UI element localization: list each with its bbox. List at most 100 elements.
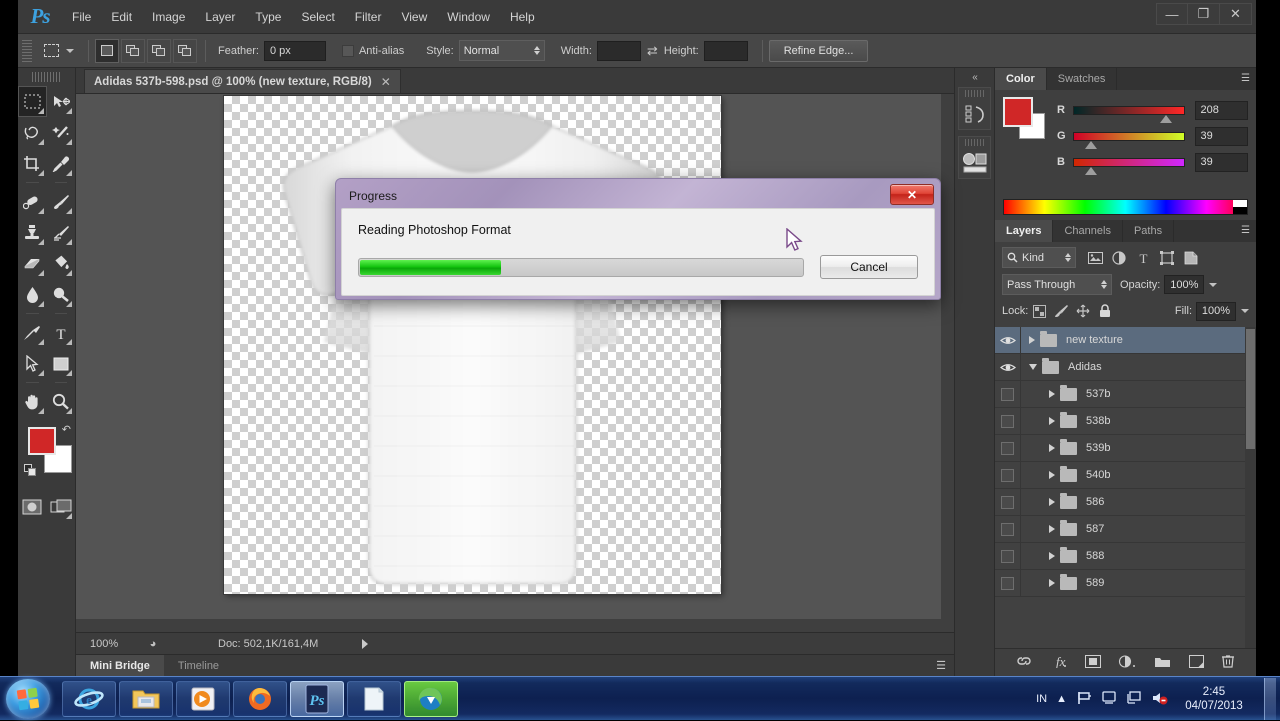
refine-edge-button[interactable]: Refine Edge... <box>768 39 869 62</box>
opacity-chevron-icon[interactable] <box>1209 282 1218 287</box>
tab-swatches[interactable]: Swatches <box>1047 68 1118 90</box>
anti-alias-checkbox[interactable]: Anti-alias <box>341 44 404 57</box>
tool-path-selection[interactable] <box>18 348 47 379</box>
adjustments-panel-group[interactable] <box>958 136 991 179</box>
scrollbar-thumb[interactable] <box>1246 329 1255 449</box>
subtract-from-selection-button[interactable] <box>147 38 171 63</box>
layer-visibility-toggle[interactable] <box>995 435 1021 461</box>
tool-spot-healing-brush[interactable] <box>18 186 47 217</box>
layer-row[interactable]: 586 <box>995 489 1256 516</box>
layer-visibility-toggle[interactable] <box>995 408 1021 434</box>
slider-track-b[interactable] <box>1072 157 1185 175</box>
tool-lasso[interactable] <box>18 117 47 148</box>
group-expand-arrow-icon[interactable] <box>1049 471 1055 479</box>
layer-row[interactable]: 589 <box>995 570 1256 597</box>
tool-hand[interactable] <box>18 386 47 417</box>
taskbar-internet-download-manager[interactable] <box>404 680 458 717</box>
new-group-icon[interactable] <box>1154 655 1171 671</box>
slider-value-r[interactable]: 208 <box>1194 100 1248 120</box>
tool-horizontal-type[interactable]: T <box>47 317 76 348</box>
menu-layer[interactable]: Layer <box>195 6 245 28</box>
layer-visibility-toggle[interactable] <box>995 570 1021 596</box>
slider-value-g[interactable]: 39 <box>1194 126 1248 146</box>
volume-muted-icon[interactable] <box>1151 690 1168 709</box>
taskbar-adobe-photoshop[interactable]: Ps <box>290 680 344 717</box>
status-menu-arrow-icon[interactable] <box>362 638 369 649</box>
layer-visibility-toggle[interactable] <box>995 516 1021 542</box>
layer-visibility-toggle[interactable] <box>995 381 1021 407</box>
default-colors-icon[interactable] <box>24 464 37 477</box>
tool-eyedropper[interactable] <box>47 148 76 179</box>
slider-track-g[interactable] <box>1072 131 1185 149</box>
tool-dodge[interactable] <box>47 279 76 310</box>
add-layer-style-icon[interactable]: fx <box>1049 654 1067 671</box>
group-expand-arrow-icon[interactable] <box>1029 336 1035 344</box>
layer-row[interactable]: 539b <box>995 435 1256 462</box>
toolbox-grip[interactable] <box>32 72 61 82</box>
layer-visibility-toggle[interactable] <box>995 462 1021 488</box>
active-tool-preview-icon[interactable] <box>38 39 64 63</box>
group-expand-arrow-icon[interactable] <box>1049 525 1055 533</box>
layer-row[interactable]: 537b <box>995 381 1256 408</box>
new-layer-icon[interactable] <box>1188 654 1204 671</box>
tool-rectangular-marquee[interactable] <box>18 86 47 117</box>
lock-image-pixels-icon[interactable] <box>1050 301 1072 321</box>
tool-blur[interactable] <box>18 279 47 310</box>
fill-chevron-icon[interactable] <box>1241 309 1249 313</box>
layer-row[interactable]: 588 <box>995 543 1256 570</box>
fill-value[interactable]: 100% <box>1196 301 1236 321</box>
slider-value-b[interactable]: 39 <box>1194 152 1248 172</box>
options-bar-grip[interactable] <box>22 39 32 62</box>
tool-history-brush[interactable] <box>47 217 76 248</box>
swap-dimensions-icon[interactable]: ⇄ <box>647 43 658 59</box>
blend-mode-select[interactable]: Pass Through <box>1002 274 1112 295</box>
taskbar-windows-media-player[interactable] <box>176 680 230 717</box>
canvas-horizontal-scrollbar[interactable] <box>76 619 941 632</box>
tool-pen[interactable] <box>18 317 47 348</box>
slider-thumb-g[interactable] <box>1085 140 1098 149</box>
lock-all-icon[interactable] <box>1094 301 1116 321</box>
layers-panel-menu-icon[interactable]: ☰ <box>1241 225 1250 236</box>
menu-window[interactable]: Window <box>437 6 500 28</box>
history-panel-group[interactable] <box>958 87 991 130</box>
tool-brush[interactable] <box>47 186 76 217</box>
display-icon[interactable] <box>1126 690 1142 709</box>
style-select[interactable]: Normal <box>458 40 545 61</box>
layer-visibility-toggle[interactable] <box>995 489 1021 515</box>
close-icon[interactable]: ✕ <box>381 75 391 89</box>
zoom-level[interactable]: 100% <box>90 638 142 650</box>
action-center-flag-icon[interactable] <box>1076 690 1092 709</box>
adjustments-panel-icon[interactable] <box>959 148 990 178</box>
menu-image[interactable]: Image <box>142 6 195 28</box>
link-layers-icon[interactable] <box>1016 655 1032 670</box>
color-spectrum-ramp[interactable] <box>1003 199 1248 215</box>
taskbar-notepad-app[interactable] <box>347 680 401 717</box>
layer-row[interactable]: 587 <box>995 516 1256 543</box>
group-expand-arrow-icon[interactable] <box>1049 417 1055 425</box>
minimize-button[interactable]: — <box>1156 3 1188 25</box>
intersect-selection-button[interactable] <box>173 38 197 63</box>
group-expand-arrow-icon[interactable] <box>1049 579 1055 587</box>
close-button[interactable]: ✕ <box>1220 3 1252 25</box>
restore-button[interactable]: ❐ <box>1188 3 1220 25</box>
clock[interactable]: 2:45 04/07/2013 <box>1177 685 1251 713</box>
menu-type[interactable]: Type <box>245 6 291 28</box>
opacity-value[interactable]: 100% <box>1164 275 1205 294</box>
group-collapse-arrow-icon[interactable] <box>1029 364 1037 370</box>
language-indicator[interactable]: IN <box>1036 693 1047 705</box>
menu-help[interactable]: Help <box>500 6 545 28</box>
add-layer-mask-icon[interactable] <box>1084 654 1101 671</box>
tab-paths[interactable]: Paths <box>1123 220 1175 242</box>
delete-layer-icon[interactable] <box>1221 654 1235 671</box>
type-layer-filter-icon[interactable]: T <box>1132 247 1154 268</box>
slider-track-r[interactable] <box>1072 105 1185 123</box>
layer-row[interactable]: new texture <box>995 327 1256 354</box>
tab-channels[interactable]: Channels <box>1053 220 1123 242</box>
tool-crop[interactable] <box>18 148 47 179</box>
taskbar-internet-explorer[interactable]: e <box>62 680 116 717</box>
tab-timeline[interactable]: Timeline <box>164 655 233 677</box>
group-expand-arrow-icon[interactable] <box>1049 552 1055 560</box>
menu-edit[interactable]: Edit <box>101 6 142 28</box>
screen-mode-icon[interactable] <box>47 491 76 522</box>
tool-clone-stamp[interactable] <box>18 217 47 248</box>
